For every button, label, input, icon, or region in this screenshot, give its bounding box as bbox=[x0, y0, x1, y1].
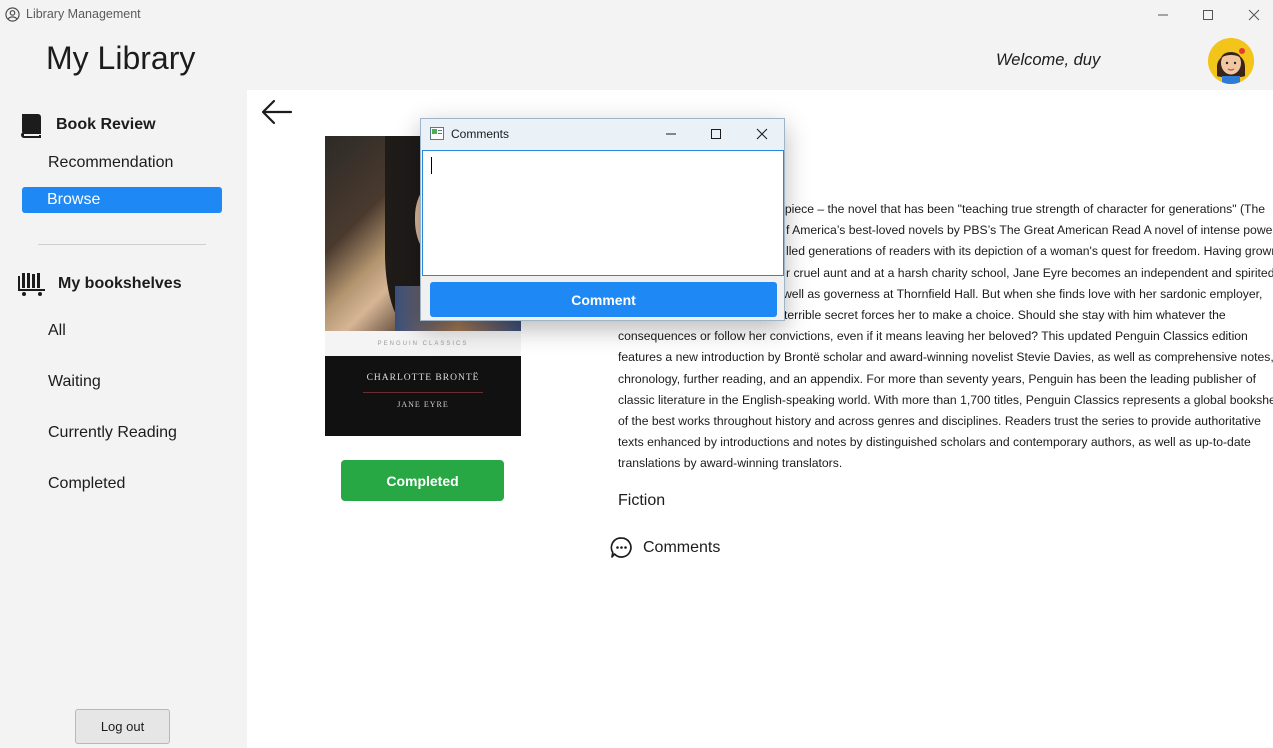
welcome-text: Welcome, duy bbox=[996, 51, 1101, 69]
minimize-icon bbox=[666, 133, 676, 135]
comments-link[interactable]: Comments bbox=[610, 536, 720, 559]
sidebar-item-waiting[interactable]: Waiting bbox=[48, 373, 101, 391]
arrow-left-icon bbox=[261, 99, 293, 125]
book-icon bbox=[21, 114, 41, 138]
description-line: of the best works throughout history and… bbox=[618, 414, 1261, 429]
sidebar: Book Review Recommendation Browse My boo… bbox=[0, 90, 247, 748]
bookshelf-cart-icon bbox=[18, 273, 45, 296]
sidebar-divider bbox=[38, 244, 206, 245]
user-avatar-icon bbox=[1208, 38, 1254, 84]
dialog-title: Comments bbox=[451, 127, 510, 141]
text-caret bbox=[431, 157, 432, 174]
comments-dialog: Comments Comment bbox=[420, 118, 785, 321]
maximize-icon bbox=[711, 129, 721, 139]
cover-rule bbox=[363, 392, 483, 393]
close-icon bbox=[1248, 9, 1260, 21]
minimize-icon bbox=[1158, 14, 1168, 16]
sidebar-item-currently-reading[interactable]: Currently Reading bbox=[48, 424, 177, 442]
description-line: features a new introduction by Brontë sc… bbox=[618, 350, 1273, 365]
page-title: My Library bbox=[46, 40, 196, 76]
section-book-review: Book Review bbox=[18, 112, 156, 138]
description-line: texts enhanced by introductions and note… bbox=[618, 435, 1251, 450]
window-title: Library Management bbox=[26, 7, 141, 21]
comment-submit-button[interactable]: Comment bbox=[430, 282, 777, 317]
sidebar-item-all[interactable]: All bbox=[48, 322, 66, 340]
book-genre: Fiction bbox=[618, 492, 666, 509]
dialog-close-button[interactable] bbox=[740, 119, 784, 149]
section-my-bookshelves: My bookshelves bbox=[18, 270, 182, 298]
description-line: chronology, further reading, and an appe… bbox=[618, 371, 1256, 386]
user-circle-icon bbox=[5, 7, 20, 22]
section-label-book-review: Book Review bbox=[56, 116, 156, 133]
dialog-minimize-button[interactable] bbox=[649, 119, 693, 149]
close-icon bbox=[756, 128, 768, 140]
description-line: consequences or follow her convictions, … bbox=[618, 329, 1248, 344]
window-app-icon bbox=[430, 127, 444, 140]
comment-textbox[interactable] bbox=[422, 150, 784, 276]
cover-author: CHARLOTTE BRONTË bbox=[366, 373, 480, 383]
back-button[interactable] bbox=[260, 98, 294, 126]
cover-publisher-band: PENGUIN CLASSICS bbox=[325, 331, 521, 356]
sidebar-item-browse[interactable]: Browse bbox=[22, 187, 222, 213]
description-line: translations by award-winning translator… bbox=[618, 456, 843, 471]
avatar[interactable] bbox=[1208, 38, 1254, 84]
close-window-button[interactable] bbox=[1231, 0, 1273, 30]
maximize-button[interactable] bbox=[1185, 0, 1231, 30]
app-header: My Library Welcome, duy bbox=[0, 30, 1273, 90]
dialog-titlebar[interactable]: Comments bbox=[421, 119, 784, 149]
description-line: classic literature in the English-speaki… bbox=[618, 392, 1273, 407]
sidebar-item-recommendation[interactable]: Recommendation bbox=[48, 154, 173, 172]
minimize-button[interactable] bbox=[1140, 0, 1186, 30]
section-label-my-bookshelves: My bookshelves bbox=[58, 275, 182, 292]
window-titlebar: Library Management bbox=[0, 0, 1273, 30]
maximize-icon bbox=[1203, 10, 1213, 20]
chat-bubble-icon bbox=[610, 537, 632, 558]
sidebar-item-completed[interactable]: Completed bbox=[48, 475, 125, 493]
comments-link-label: Comments bbox=[643, 538, 721, 556]
dialog-maximize-button[interactable] bbox=[694, 119, 738, 149]
cover-title: JANE EYRE bbox=[397, 400, 449, 409]
logout-button[interactable]: Log out bbox=[75, 709, 170, 744]
reading-status-button[interactable]: Completed bbox=[341, 460, 504, 501]
